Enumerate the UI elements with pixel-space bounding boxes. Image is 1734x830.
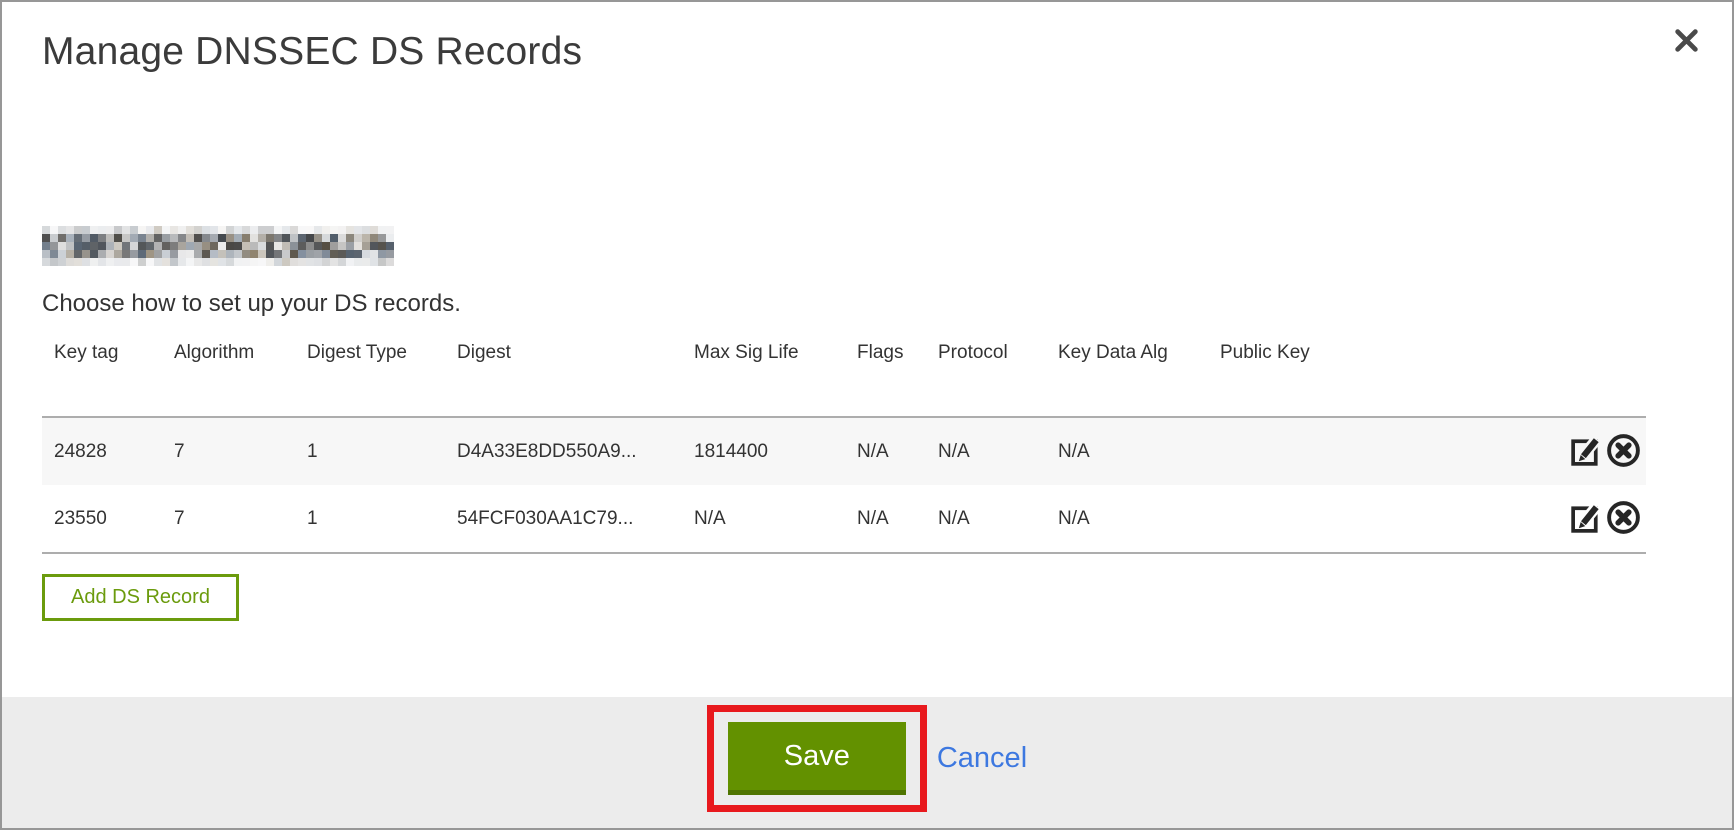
redacted-domain — [42, 226, 394, 266]
column-header-flags: Flags — [845, 330, 926, 417]
cell-flags: N/A — [845, 485, 926, 553]
delete-icon — [1605, 457, 1642, 472]
column-header-key-tag: Key tag — [42, 330, 162, 417]
column-header-actions — [1551, 330, 1646, 417]
table-row: 23550 7 1 54FCF030AA1C79... N/A N/A N/A … — [42, 485, 1646, 553]
modal-title: Manage DNSSEC DS Records — [42, 30, 582, 74]
manage-dnssec-modal: Manage DNSSEC DS Records Choose how to s… — [0, 0, 1734, 830]
column-header-public-key: Public Key — [1208, 330, 1551, 417]
cell-key-tag: 23550 — [42, 485, 162, 553]
instruction-text: Choose how to set up your DS records. — [42, 290, 461, 318]
column-header-digest: Digest — [445, 330, 682, 417]
cell-digest-type: 1 — [295, 485, 445, 553]
column-header-digest-type: Digest Type — [295, 330, 445, 417]
cell-key-data-alg: N/A — [1046, 485, 1208, 553]
cell-key-tag: 24828 — [42, 417, 162, 485]
edit-record-button[interactable] — [1568, 432, 1605, 472]
cell-protocol: N/A — [926, 417, 1046, 485]
cell-max-sig-life: N/A — [682, 485, 845, 553]
cell-key-data-alg: N/A — [1046, 417, 1208, 485]
column-header-max-sig-life: Max Sig Life — [682, 330, 845, 417]
cell-max-sig-life: 1814400 — [682, 417, 845, 485]
cell-digest: 54FCF030AA1C79... — [445, 485, 682, 553]
cell-algorithm: 7 — [162, 485, 295, 553]
cell-public-key — [1208, 417, 1551, 485]
add-ds-record-button[interactable]: Add DS Record — [42, 574, 239, 621]
delete-record-button[interactable] — [1605, 432, 1642, 472]
column-header-protocol: Protocol — [926, 330, 1046, 417]
edit-icon — [1568, 457, 1605, 472]
cancel-link[interactable]: Cancel — [937, 742, 1027, 775]
table-row: 24828 7 1 D4A33E8DD550A9... 1814400 N/A … — [42, 417, 1646, 485]
ds-records-table: Key tag Algorithm Digest Type Digest Max… — [42, 330, 1646, 554]
close-button[interactable] — [1668, 24, 1704, 60]
delete-record-button[interactable] — [1605, 499, 1642, 539]
cell-algorithm: 7 — [162, 417, 295, 485]
save-button[interactable]: Save — [728, 722, 906, 795]
save-highlight-annotation: Save — [707, 705, 927, 812]
cell-flags: N/A — [845, 417, 926, 485]
close-icon — [1673, 27, 1700, 57]
column-header-key-data-alg: Key Data Alg — [1046, 330, 1208, 417]
delete-icon — [1605, 524, 1642, 539]
table-header-row: Key tag Algorithm Digest Type Digest Max… — [42, 330, 1646, 417]
edit-record-button[interactable] — [1568, 499, 1605, 539]
edit-icon — [1568, 524, 1605, 539]
cell-protocol: N/A — [926, 485, 1046, 553]
cell-digest: D4A33E8DD550A9... — [445, 417, 682, 485]
column-header-algorithm: Algorithm — [162, 330, 295, 417]
modal-footer: Save Cancel — [2, 697, 1732, 828]
cell-public-key — [1208, 485, 1551, 553]
cell-digest-type: 1 — [295, 417, 445, 485]
